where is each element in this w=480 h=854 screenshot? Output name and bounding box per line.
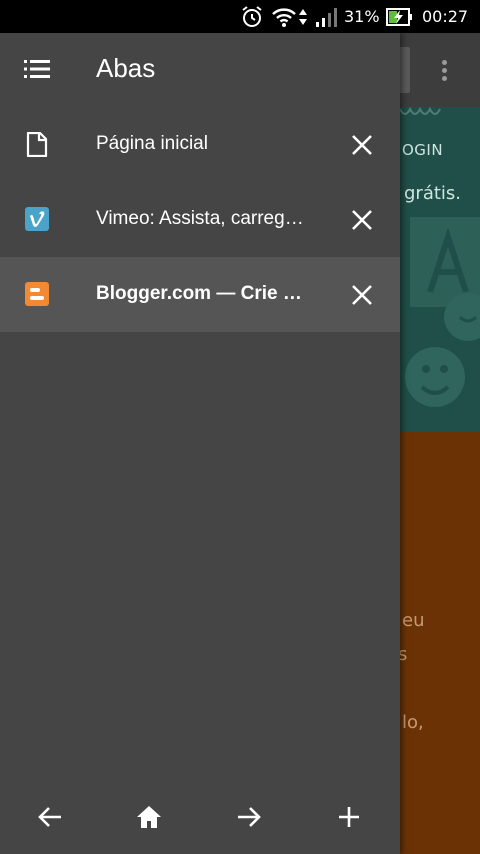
page-icon bbox=[26, 132, 48, 157]
drawer-title: Abas bbox=[96, 53, 156, 83]
screen: 31% 00:27 OGIN grátis. eu s lo, Abas Pág… bbox=[0, 0, 480, 854]
drawer-header: Abas bbox=[0, 33, 400, 107]
login-link[interactable]: OGIN bbox=[402, 141, 443, 159]
tab-item-blogger[interactable]: Blogger.com — Crie um blog grátis bbox=[0, 257, 400, 332]
close-tab-icon[interactable] bbox=[348, 131, 376, 159]
alarm-icon bbox=[242, 6, 262, 27]
vimeo-icon bbox=[25, 207, 49, 231]
back-arrow-icon[interactable] bbox=[35, 802, 65, 832]
data-arrows-icon bbox=[299, 9, 307, 25]
status-bar: 31% 00:27 bbox=[0, 0, 480, 33]
page-text: lo, bbox=[402, 712, 424, 733]
forward-arrow-icon[interactable] bbox=[234, 802, 264, 832]
tab-item-vimeo[interactable]: Vimeo: Assista, carregue e compartilhe v… bbox=[0, 182, 400, 257]
close-tab-icon[interactable] bbox=[348, 281, 376, 309]
hero-text: grátis. bbox=[404, 183, 462, 204]
overflow-menu-icon[interactable] bbox=[434, 57, 454, 83]
clock: 00:27 bbox=[422, 7, 469, 26]
blogger-icon bbox=[25, 282, 49, 306]
home-icon[interactable] bbox=[134, 802, 164, 832]
battery-percent: 31% bbox=[344, 7, 380, 26]
tab-item-home[interactable]: Página inicial bbox=[0, 107, 400, 182]
tabs-drawer: Abas Página inicial Vimeo: Assista, carr… bbox=[0, 33, 400, 854]
tab-title: Vimeo: Assista, carregue e compartilhe v… bbox=[96, 208, 306, 229]
tab-list-icon[interactable] bbox=[24, 57, 50, 81]
drawer-bottom-bar bbox=[0, 780, 400, 854]
signal-icon bbox=[316, 8, 337, 27]
battery-charging-icon bbox=[386, 8, 412, 26]
add-icon[interactable] bbox=[334, 802, 364, 832]
hero-illustration bbox=[405, 217, 480, 407]
page-text: eu bbox=[402, 610, 425, 631]
tab-title: Página inicial bbox=[96, 133, 208, 154]
close-tab-icon[interactable] bbox=[348, 206, 376, 234]
wifi-icon bbox=[272, 8, 296, 27]
tab-title: Blogger.com — Crie um blog grátis bbox=[96, 283, 306, 304]
